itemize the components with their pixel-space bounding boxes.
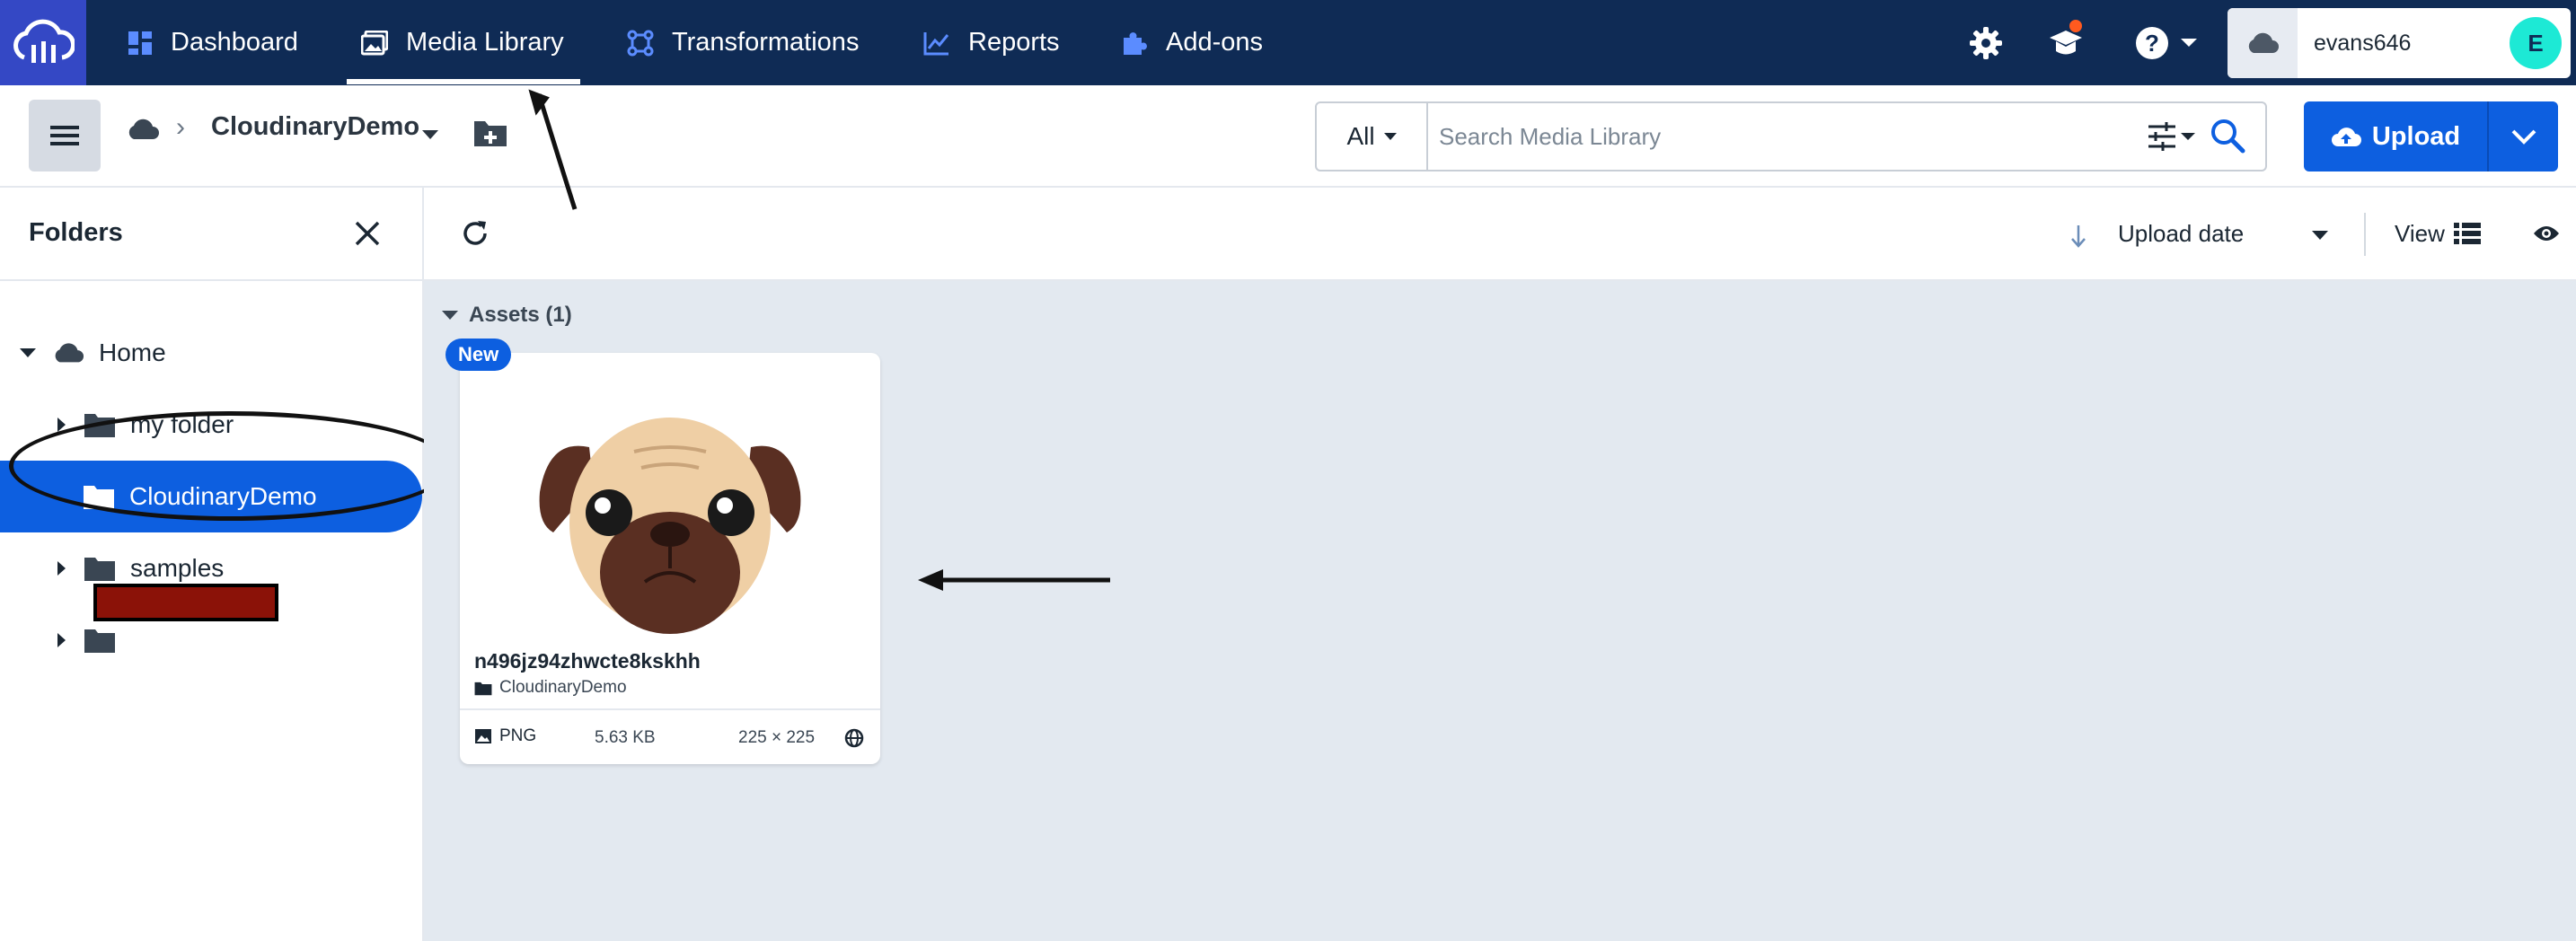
nav-dashboard[interactable]: Dashboard xyxy=(128,0,298,85)
cloud-icon xyxy=(2248,32,2279,53)
transformations-icon xyxy=(627,30,654,56)
nav-add-ons-label: Add-ons xyxy=(1166,28,1264,57)
tree-item-home[interactable]: Home xyxy=(0,317,422,389)
asset-name: n496jz94zhwcte8kskhh xyxy=(474,649,701,673)
nav-media-library-label: Media Library xyxy=(406,28,564,57)
help-menu-button[interactable]: ? xyxy=(2134,0,2199,85)
chevron-down-icon xyxy=(2181,38,2197,47)
asset-size: 5.63 KB xyxy=(595,728,656,747)
asset-dimensions: 225 × 225 xyxy=(738,728,816,747)
refresh-icon[interactable] xyxy=(460,218,490,249)
asset-card-footer: PNG 5.63 KB 225 × 225 xyxy=(460,708,880,764)
assets-section-header[interactable]: Assets (1) xyxy=(442,303,572,328)
breadcrumb-separator-icon: › xyxy=(176,112,185,142)
collapse-section-icon xyxy=(442,311,458,320)
cloud-upload-icon xyxy=(2331,128,2361,146)
account-menu[interactable]: evans646 E xyxy=(2228,8,2571,78)
puzzle-icon xyxy=(1124,31,1147,55)
learning-button[interactable] xyxy=(2048,0,2084,85)
assets-gallery: Assets (1) New n496jz94zhwcte8kskhh Clou… xyxy=(424,281,2576,941)
upload-label: Upload xyxy=(2371,121,2461,151)
dashboard-icon xyxy=(128,31,152,55)
home-cloud-icon[interactable] xyxy=(126,119,160,140)
upload-options-button[interactable] xyxy=(2489,101,2558,171)
eye-icon[interactable] xyxy=(2533,224,2560,243)
results-toolbar: Upload date View xyxy=(424,188,2576,281)
reports-icon xyxy=(923,31,949,55)
media-library-icon xyxy=(361,30,388,55)
toggle-folders-button[interactable] xyxy=(29,100,101,171)
view-label: View xyxy=(2395,220,2445,247)
asset-card[interactable]: n496jz94zhwcte8kskhh CloudinaryDemo PNG … xyxy=(460,353,880,764)
settings-button[interactable] xyxy=(1969,0,2003,85)
cloud-logo-icon xyxy=(13,19,75,63)
folder-icon xyxy=(84,629,115,653)
search-type-dropdown[interactable]: All xyxy=(1317,103,1428,170)
svg-text:?: ? xyxy=(2145,30,2159,57)
asset-folder-label: CloudinaryDemo xyxy=(499,678,627,697)
asset-format: PNG xyxy=(474,726,536,746)
new-badge: New xyxy=(446,339,512,371)
nav-media-library[interactable]: Media Library xyxy=(361,0,564,85)
tree-item-label: samples xyxy=(130,554,225,582)
nav-transformations-label: Transformations xyxy=(672,28,860,57)
upload-button[interactable]: Upload xyxy=(2304,101,2487,171)
chevron-down-icon xyxy=(2511,129,2536,145)
tree-item-label: Home xyxy=(99,339,166,366)
chevron-down-icon[interactable] xyxy=(2312,231,2328,240)
collapse-arrow-icon[interactable] xyxy=(57,561,66,576)
globe-icon[interactable] xyxy=(844,728,864,748)
search-bar: All xyxy=(1315,101,2267,171)
search-input[interactable] xyxy=(1439,110,2086,163)
media-library-toolbar: › CloudinaryDemo All Upl xyxy=(0,85,2576,188)
annotation-ellipse xyxy=(9,411,453,521)
nav-reports-label: Reports xyxy=(968,28,1060,57)
upload-button-group: Upload xyxy=(2304,101,2558,171)
nav-transformations[interactable]: Transformations xyxy=(627,0,859,85)
filter-options-icon[interactable] xyxy=(2147,119,2197,154)
search-type-label: All xyxy=(1346,122,1375,150)
nav-reports[interactable]: Reports xyxy=(923,0,1060,85)
sort-by-dropdown[interactable]: Upload date xyxy=(2118,220,2244,248)
image-icon xyxy=(475,729,491,743)
expand-arrow-icon[interactable] xyxy=(20,348,36,357)
asset-folder: CloudinaryDemo xyxy=(474,678,627,698)
nav-dashboard-label: Dashboard xyxy=(171,28,298,57)
cloudinary-logo[interactable] xyxy=(0,0,86,85)
nav-add-ons[interactable]: Add-ons xyxy=(1121,0,1263,85)
divider xyxy=(2364,213,2366,256)
username: evans646 xyxy=(2314,31,2412,56)
product-environment-cell[interactable] xyxy=(2228,8,2298,78)
folders-panel: Folders Home my folder CloudinaryDemo sa… xyxy=(0,188,424,941)
notification-dot xyxy=(2068,18,2084,34)
folder-menu-chevron-icon[interactable] xyxy=(422,130,438,139)
help-icon: ? xyxy=(2136,26,2168,59)
list-view-icon[interactable] xyxy=(2454,222,2481,245)
cloud-icon xyxy=(55,343,84,363)
chevron-down-icon xyxy=(1383,133,1397,140)
folders-header: Folders xyxy=(0,188,422,281)
asset-format-label: PNG xyxy=(499,726,537,745)
folder-icon xyxy=(474,682,492,695)
folders-title: Folders xyxy=(29,218,123,247)
avatar[interactable]: E xyxy=(2510,17,2562,69)
search-icon[interactable] xyxy=(2210,118,2245,154)
redacted-folder-name xyxy=(93,584,278,621)
active-tab-indicator xyxy=(347,79,580,84)
collapse-arrow-icon[interactable] xyxy=(57,633,66,647)
assets-count-label: Assets (1) xyxy=(469,303,572,327)
new-folder-icon[interactable] xyxy=(472,118,508,148)
top-navigation-bar: Dashboard Media Library Transformations … xyxy=(0,0,2576,85)
pug-thumbnail-image xyxy=(539,418,801,634)
breadcrumb-current-folder[interactable]: CloudinaryDemo xyxy=(211,112,419,142)
folder-icon xyxy=(84,558,115,581)
close-icon[interactable] xyxy=(354,220,381,247)
gear-icon xyxy=(1970,26,2002,59)
sort-direction-icon[interactable] xyxy=(2069,224,2087,249)
hamburger-icon xyxy=(50,126,79,145)
